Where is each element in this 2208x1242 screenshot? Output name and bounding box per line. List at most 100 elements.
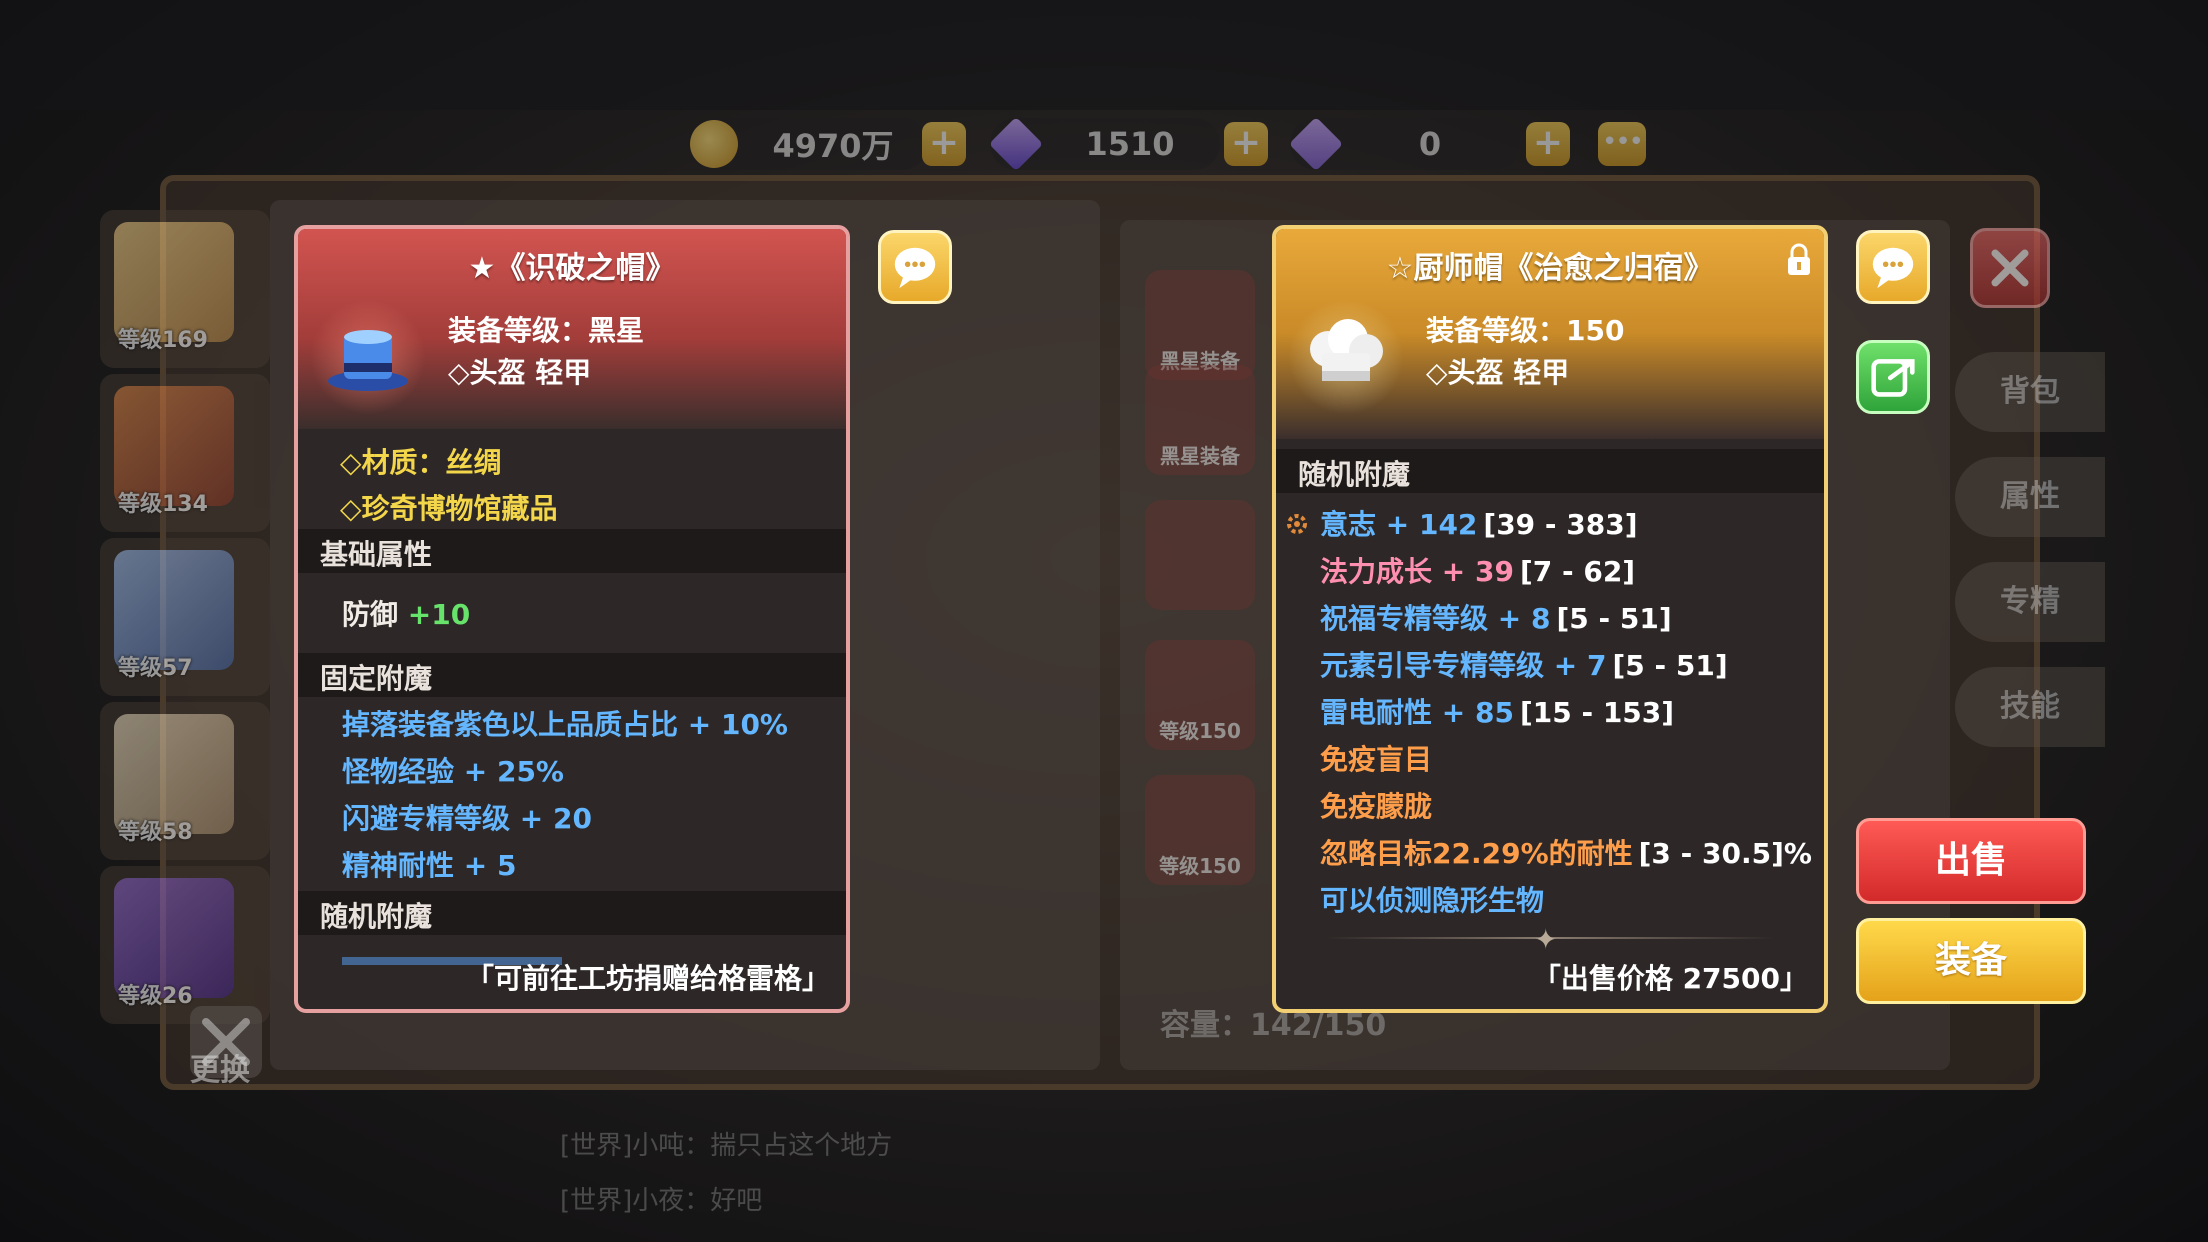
random-enchant-row: 意志 + 142 [39 - 383] [1320, 503, 1638, 543]
gold-coin-icon [690, 120, 738, 168]
enchant-range: [7 - 62] [1519, 555, 1636, 588]
random-enchant-row: 雷电耐性 + 85 [15 - 153] [1320, 691, 1674, 731]
section-random-enchant: 随机附魔 [298, 891, 846, 935]
enchant-text: 雷电耐性 + 85 [1320, 696, 1514, 729]
selected-item-tooltip: ☆厨师帽《治愈之归宿》 装备等级：150 ◇头盔 轻甲 随机附魔 意志 + 14… [1272, 225, 1828, 1013]
bag-item-label: 等级150 [1159, 854, 1241, 878]
bag-item[interactable]: 等级150 [1145, 775, 1255, 885]
chef-hat-icon [1310, 319, 1383, 381]
add-diamond-button[interactable]: + [1224, 122, 1268, 166]
enchant-range: [3 - 30.5]% [1638, 837, 1812, 870]
gear-icon [1287, 514, 1307, 534]
enchant-text: 法力成长 + 39 [1320, 555, 1514, 588]
random-enchant-row: 元素引导专精等级 + 7 [5 - 51] [1320, 644, 1728, 684]
random-enchant-row: 法力成长 + 39 [7 - 62] [1320, 550, 1635, 590]
top-hat-icon [328, 330, 408, 391]
hero-level: 等级169 [118, 328, 208, 353]
top-hud [0, 0, 2208, 110]
hero-level: 等级134 [118, 492, 208, 517]
diamond-counter: 1510 [988, 116, 1220, 172]
chat-message: [世界]小夜：好吧 [560, 1186, 763, 1216]
bag-item-label: 等级150 [1159, 719, 1241, 743]
random-enchant-row: 免疫盲目 [1320, 738, 1432, 778]
item-museum-tag: ◇珍奇博物馆藏品 [340, 492, 558, 525]
item-title: ☆厨师帽《治愈之归宿》 [1386, 251, 1714, 286]
tab-attributes[interactable]: 属性 [1955, 457, 2105, 537]
change-button[interactable]: 更换 [190, 1045, 250, 1089]
section-fixed-enchant: 固定附魔 [298, 653, 846, 697]
enchant-text: 祝福专精等级 + 8 [1320, 602, 1551, 635]
gold-counter: 4970万 [688, 118, 928, 170]
enchant-range: [15 - 153] [1519, 696, 1675, 729]
random-enchant-row: 免疫朦胧 [1320, 785, 1432, 825]
bag-item[interactable]: 黑星装备 [1145, 365, 1255, 475]
tab-skills[interactable]: 技能 [1955, 667, 2105, 747]
enchant-text: 意志 + 142 [1320, 508, 1478, 541]
hero-slot[interactable]: 等级26 [100, 866, 270, 1024]
item-type: ◇头盔 轻甲 [1426, 356, 1570, 389]
item-title: ★《识破之帽》 [468, 251, 676, 286]
crystal-value: 0 [1418, 125, 1442, 163]
hero-slot[interactable]: 等级134 [100, 374, 270, 532]
random-enchant-row: 忽略目标22.29%的耐性 [3 - 30.5]% [1320, 832, 1812, 872]
enchant-text: 可以侦测隐形生物 [1320, 884, 1545, 917]
item-footer-note: 「可前往工坊捐赠给格雷格」 [465, 962, 830, 995]
bag-item[interactable]: 黑星装备 [1145, 270, 1255, 380]
item-material: ◇材质：丝绸 [340, 446, 502, 479]
fixed-enchant-row: 精神耐性 + 5 [342, 849, 517, 882]
hero-slot[interactable]: 等级57 [100, 538, 270, 696]
gold-value: 4970万 [772, 127, 894, 165]
base-stat: 防御 +10 [342, 593, 470, 633]
lock-icon[interactable] [1786, 243, 1812, 277]
more-icon[interactable]: ••• [1598, 122, 1646, 166]
hero-list: 等级169 等级134 等级57 等级58 等级26 [100, 210, 270, 1030]
hero-level: 等级26 [118, 984, 193, 1009]
crystal-counter: 0 [1288, 116, 1520, 172]
enchant-text: 免疫朦胧 [1320, 790, 1433, 823]
add-gold-button[interactable]: + [922, 122, 966, 166]
fixed-enchant-row: 掉落装备紫色以上品质占比 + 10% [342, 708, 788, 741]
hero-level: 等级58 [118, 820, 193, 845]
chat-bubble-icon[interactable] [1856, 230, 1930, 304]
section-title: 随机附魔 [1298, 458, 1411, 491]
hero-slot[interactable]: 等级169 [100, 210, 270, 368]
enchant-text: 免疫盲目 [1320, 743, 1433, 776]
equip-button[interactable]: 装备 [1856, 918, 2086, 1004]
enchant-range: [5 - 51] [1556, 602, 1672, 635]
section-title: 随机附魔 [320, 900, 433, 933]
enchant-range: [5 - 51] [1612, 649, 1728, 682]
sell-button[interactable]: 出售 [1856, 818, 2086, 904]
bag-item-label: 黑星装备 [1160, 444, 1240, 468]
divider-star-icon: ✦ [1534, 923, 1558, 956]
add-crystal-button[interactable]: + [1526, 122, 1570, 166]
random-enchant-row: 可以侦测隐形生物 [1320, 879, 1544, 919]
section-random-enchant: 随机附魔 [1276, 449, 1824, 493]
bag-item[interactable] [1145, 500, 1255, 610]
share-icon[interactable] [1856, 340, 1930, 414]
item-level: 装备等级：150 [1426, 314, 1625, 347]
hero-level: 等级57 [118, 656, 193, 681]
fixed-enchant-row: 怪物经验 + 25% [342, 755, 564, 788]
close-icon[interactable] [1970, 228, 2050, 308]
equipped-item-tooltip: ★《识破之帽》 装备等级：黑星 ◇头盔 轻甲 ◇材质：丝绸 ◇珍奇博物馆藏品 基… [294, 225, 850, 1013]
enchant-range: [39 - 383] [1483, 508, 1638, 541]
bag-item[interactable]: 等级150 [1145, 640, 1255, 750]
section-title: 固定附魔 [320, 662, 433, 695]
item-type: ◇头盔 轻甲 [448, 356, 592, 389]
enchant-text: 元素引导专精等级 + 7 [1320, 649, 1607, 682]
base-stat-value: +10 [407, 598, 471, 631]
chat-message: [世界]小吨：揣只占这个地方 [560, 1131, 893, 1161]
chat-bubble-icon[interactable] [878, 230, 952, 304]
fixed-enchant-row: 闪避专精等级 + 20 [342, 802, 592, 835]
base-stat-name: 防御 [342, 598, 399, 631]
enchant-text: 忽略目标22.29%的耐性 [1320, 837, 1633, 870]
section-base-attributes: 基础属性 [298, 529, 846, 573]
tab-mastery[interactable]: 专精 [1955, 562, 2105, 642]
item-level: 装备等级：黑星 [448, 314, 645, 347]
section-title: 基础属性 [320, 538, 433, 571]
diamond-value: 1510 [1085, 125, 1175, 163]
sell-price: 「出售价格 27500」 [1532, 962, 1808, 995]
tab-bag[interactable]: 背包 [1955, 352, 2105, 432]
random-enchant-row: 祝福专精等级 + 8 [5 - 51] [1320, 597, 1672, 637]
hero-slot[interactable]: 等级58 [100, 702, 270, 860]
